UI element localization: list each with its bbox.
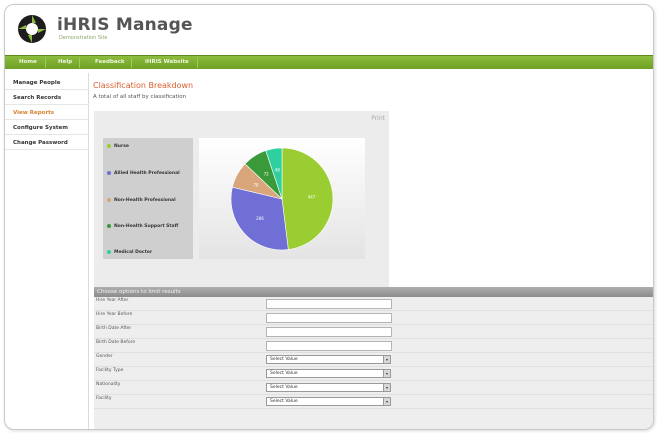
filter-label: Hire Year After: [96, 298, 129, 303]
nav-divider: [45, 58, 46, 68]
sidebar-item-manage-people[interactable]: Manage People: [5, 76, 89, 90]
filter-row-gender: Gender Select Value ▾: [94, 353, 653, 367]
nav-ihris-website[interactable]: iHRIS Website: [145, 59, 189, 65]
facility-type-select-value: Select Value: [270, 371, 298, 376]
pie-slice-value-label: 78: [253, 182, 259, 187]
print-link[interactable]: Print: [371, 115, 385, 122]
pie-slice-value-label: 286: [256, 216, 264, 221]
gender-select[interactable]: Select Value ▾: [266, 355, 391, 364]
ihris-logo-icon: [18, 15, 46, 43]
nationality-select-value: Select Value: [270, 385, 298, 390]
nav-feedback[interactable]: Feedback: [95, 59, 125, 65]
pie-slice-value-label: 447: [308, 195, 316, 200]
chart-legend: Nurse Allied Health Professional Non-Hea…: [103, 138, 193, 259]
legend-item: Non-Health Professional: [107, 196, 176, 204]
legend-label: Allied Health Professional: [114, 170, 180, 176]
filter-row-facility-type: Facility Type Select Value ▾: [94, 367, 653, 381]
filter-label: Facility: [96, 396, 112, 401]
hire-year-after-input[interactable]: [266, 299, 392, 309]
legend-item: Medical Doctor: [107, 248, 152, 256]
main-content: Classification Breakdown A total of all …: [93, 73, 653, 429]
nationality-select[interactable]: Select Value ▾: [266, 383, 391, 392]
app-window: iHRIS Manage Demonstration Site Home Hel…: [4, 4, 654, 430]
legend-label: Non-Health Professional: [114, 197, 176, 203]
top-nav: Home Help Feedback iHRIS Website: [5, 55, 653, 69]
sidebar-item-view-reports[interactable]: View Reports: [5, 106, 89, 120]
filter-row-hire-year-after: Hire Year After: [94, 297, 653, 311]
legend-swatch: [107, 250, 111, 254]
header: iHRIS Manage Demonstration Site: [5, 5, 653, 51]
filter-label: Hire Year Before: [96, 312, 133, 317]
sidebar: Manage People Search Records View Report…: [5, 73, 89, 429]
filter-row-birth-date-before: Birth Date Before: [94, 339, 653, 353]
pie-slice-value-label: 48: [275, 167, 281, 172]
filter-label: Birth Date Before: [96, 340, 136, 345]
facility-select[interactable]: Select Value ▾: [266, 397, 391, 406]
sidebar-item-change-password[interactable]: Change Password: [5, 136, 89, 150]
filter-row-hire-year-before: Hire Year Before: [94, 311, 653, 325]
app-subtitle: Demonstration Site: [59, 35, 108, 41]
birth-date-after-input[interactable]: [266, 327, 392, 337]
filter-row-facility: Facility Select Value ▾: [94, 395, 653, 409]
gender-select-value: Select Value: [270, 357, 298, 362]
legend-label: Medical Doctor: [114, 249, 153, 255]
chevron-down-icon[interactable]: ▾: [383, 384, 390, 391]
filter-row-birth-date-after: Birth Date After: [94, 325, 653, 339]
nav-divider: [79, 58, 80, 68]
hire-year-before-input[interactable]: [266, 313, 392, 323]
legend-swatch: [107, 224, 111, 228]
filter-options-panel: Choose options to limit results Hire Yea…: [94, 287, 653, 429]
nav-divider: [197, 58, 198, 68]
pie-slice-value-label: 72: [264, 172, 270, 177]
nav-divider: [131, 58, 132, 68]
legend-item: Non-Health Support Staff: [107, 222, 178, 230]
sidebar-item-search-records[interactable]: Search Records: [5, 91, 89, 105]
chevron-down-icon[interactable]: ▾: [383, 370, 390, 377]
facility-select-value: Select Value: [270, 399, 298, 404]
page-title: Classification Breakdown: [93, 81, 194, 90]
pie-chart-area: 447 286 78 72 48: [199, 138, 365, 259]
legend-item: Allied Health Professional: [107, 169, 180, 177]
pie-chart: 447 286 78 72 48: [230, 147, 334, 251]
sidebar-item-configure-system[interactable]: Configure System: [5, 121, 89, 135]
filter-label: Birth Date After: [96, 326, 132, 331]
filter-label: Gender: [96, 354, 113, 359]
filter-label: Nationality: [96, 382, 121, 387]
chevron-down-icon[interactable]: ▾: [383, 356, 390, 363]
chart-panel: Print Nurse Allied Health Professional N…: [94, 111, 389, 287]
nav-help[interactable]: Help: [58, 59, 72, 65]
nav-home[interactable]: Home: [19, 59, 37, 65]
filter-options-header: Choose options to limit results: [94, 287, 653, 297]
filter-label: Facility Type: [96, 368, 124, 373]
filter-row-nationality: Nationality Select Value ▾: [94, 381, 653, 395]
birth-date-before-input[interactable]: [266, 341, 392, 351]
filter-options-title: Choose options to limit results: [97, 289, 181, 295]
page-description: A total of all staff by classification: [93, 94, 187, 100]
chevron-down-icon[interactable]: ▾: [383, 398, 390, 405]
facility-type-select[interactable]: Select Value ▾: [266, 369, 391, 378]
legend-swatch: [107, 198, 111, 202]
legend-swatch: [107, 144, 111, 148]
legend-item: Nurse: [107, 142, 129, 150]
legend-label: Nurse: [114, 143, 129, 149]
legend-swatch: [107, 171, 111, 175]
app-title: iHRIS Manage: [57, 15, 193, 35]
legend-label: Non-Health Support Staff: [114, 223, 179, 229]
